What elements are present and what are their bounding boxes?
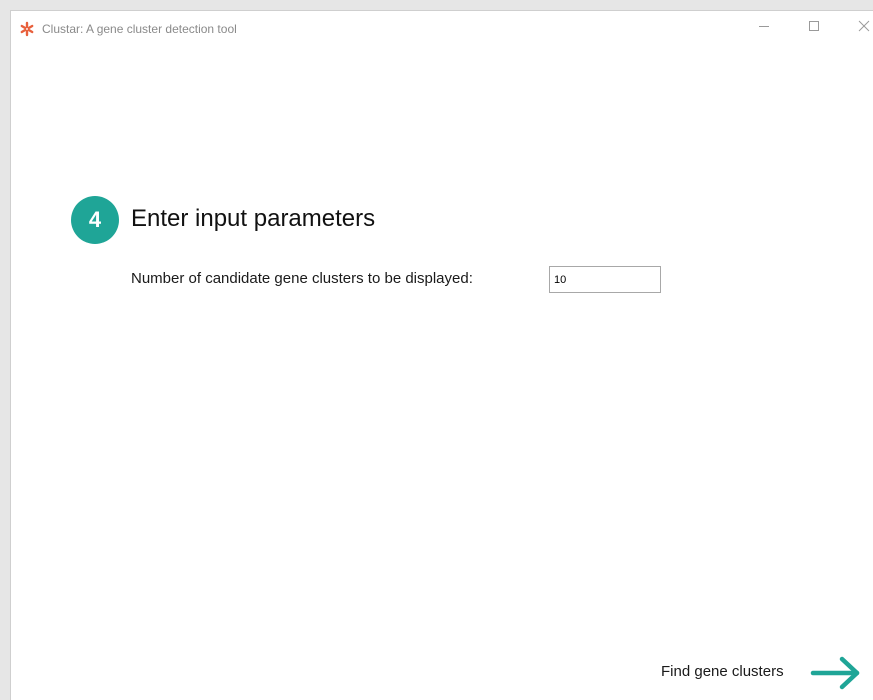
step-number-badge: 4 — [71, 196, 119, 244]
window-title: Clustar: A gene cluster detection tool — [42, 22, 237, 36]
app-window: Clustar: A gene cluster detection tool 4… — [10, 10, 873, 700]
candidate-clusters-input[interactable] — [549, 266, 661, 293]
title-bar[interactable]: Clustar: A gene cluster detection tool — [11, 11, 873, 47]
maximize-button[interactable] — [791, 11, 837, 45]
arrow-right-icon[interactable] — [809, 654, 863, 692]
asterisk-logo-icon — [19, 21, 35, 37]
candidate-clusters-label: Number of candidate gene clusters to be … — [131, 270, 473, 287]
find-gene-clusters-button[interactable]: Find gene clusters — [651, 651, 866, 691]
minimize-icon — [758, 19, 770, 37]
close-button[interactable] — [841, 11, 873, 45]
minimize-button[interactable] — [741, 11, 787, 45]
close-icon — [858, 19, 870, 37]
step-title: Enter input parameters — [131, 205, 376, 232]
maximize-icon — [808, 19, 820, 37]
find-gene-clusters-label: Find gene clusters — [661, 663, 784, 680]
